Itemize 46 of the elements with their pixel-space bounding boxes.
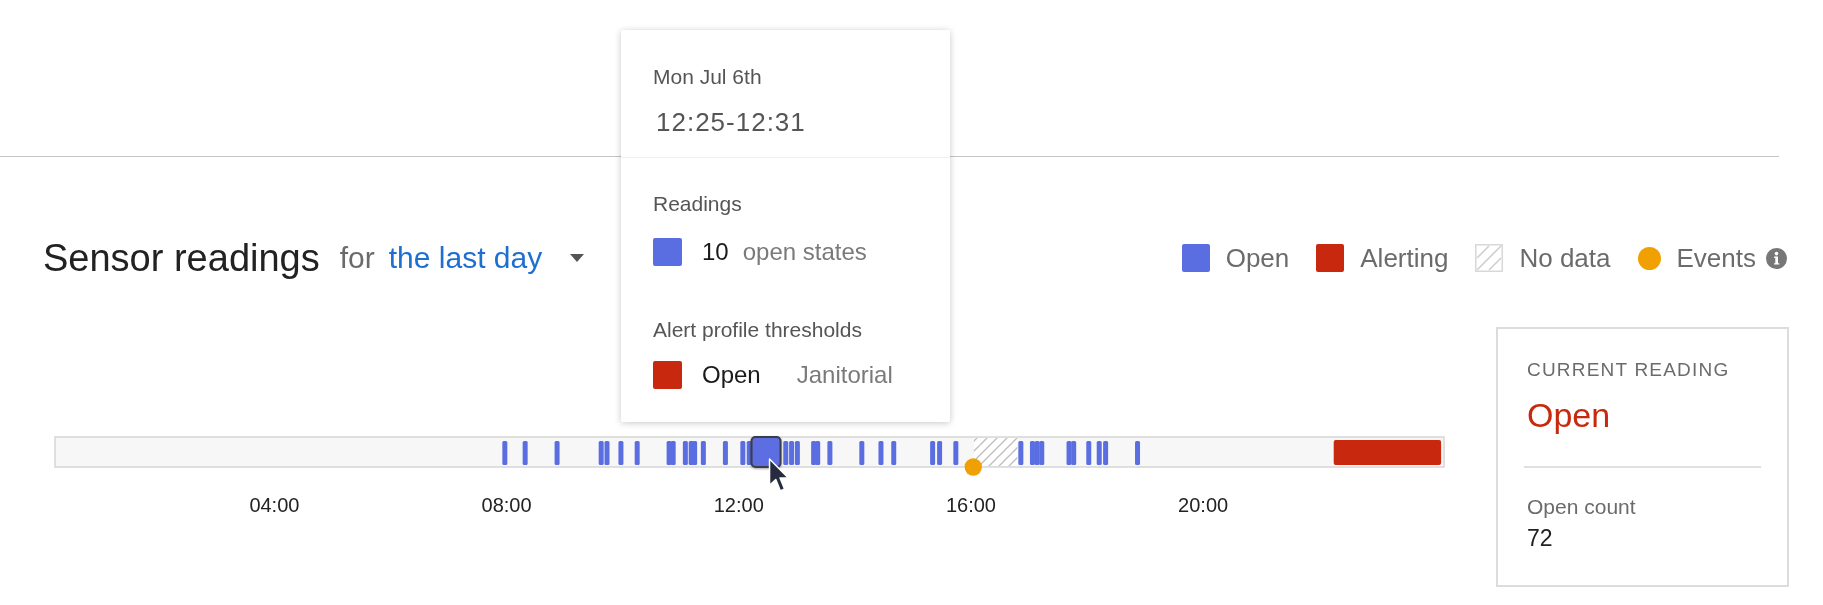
thresholds-heading: Alert profile thresholds xyxy=(653,318,863,341)
event-dot[interactable] xyxy=(964,458,982,476)
tooltip-time-range: 12:25-12:31 xyxy=(655,108,807,137)
state-mark xyxy=(634,441,640,465)
current-reading-heading: CURRENT READING xyxy=(1527,359,1731,381)
threshold-profile: Janitorial xyxy=(796,361,893,389)
threshold-state: Open xyxy=(702,361,761,389)
state-mark xyxy=(502,441,508,465)
state-mark xyxy=(859,441,865,465)
state-mark xyxy=(1018,441,1024,465)
state-mark xyxy=(722,441,728,465)
readings-heading: Readings xyxy=(653,192,743,215)
axis-tick-label: 20:00 xyxy=(1178,494,1229,516)
state-mark xyxy=(1135,441,1141,465)
selected-state-mark[interactable] xyxy=(750,436,782,468)
legend-label: Events xyxy=(1676,243,1756,273)
axis-tick-label: 16:00 xyxy=(945,494,996,516)
caret-icon xyxy=(570,254,585,262)
axis-tick-label: 08:00 xyxy=(481,494,532,516)
state-mark xyxy=(618,441,624,465)
hatched-swatch-icon xyxy=(1475,244,1504,272)
open-count-value: 72 xyxy=(1527,524,1554,552)
no-data-span xyxy=(973,438,1018,466)
legend-label: Open xyxy=(1225,243,1290,273)
state-mark xyxy=(1086,441,1092,465)
mouse-pointer-icon xyxy=(768,458,790,492)
state-mark xyxy=(891,441,897,465)
range-prefix: for xyxy=(339,240,375,276)
time-range-dropdown[interactable]: the last day xyxy=(388,236,585,280)
current-reading-value: Open xyxy=(1527,396,1612,434)
page-title: Sensor readings xyxy=(43,236,320,280)
state-mark xyxy=(953,441,959,465)
axis-tick-label: 04:00 xyxy=(249,494,300,516)
state-mark xyxy=(700,441,706,465)
reading-count: 10 xyxy=(702,238,729,266)
state-mark xyxy=(878,441,884,465)
state-mark xyxy=(827,441,833,465)
axis-tick-label: 12:00 xyxy=(713,494,764,516)
open-count-label: Open count xyxy=(1527,495,1637,518)
legend-label: No data xyxy=(1519,243,1611,273)
state-mark xyxy=(522,441,528,465)
info-icon[interactable] xyxy=(1766,247,1787,269)
tooltip-date: Mon Jul 6th xyxy=(653,65,763,89)
state-mark xyxy=(554,441,560,465)
legend-label: Alerting xyxy=(1360,243,1449,273)
reading-label: open states xyxy=(742,238,867,266)
